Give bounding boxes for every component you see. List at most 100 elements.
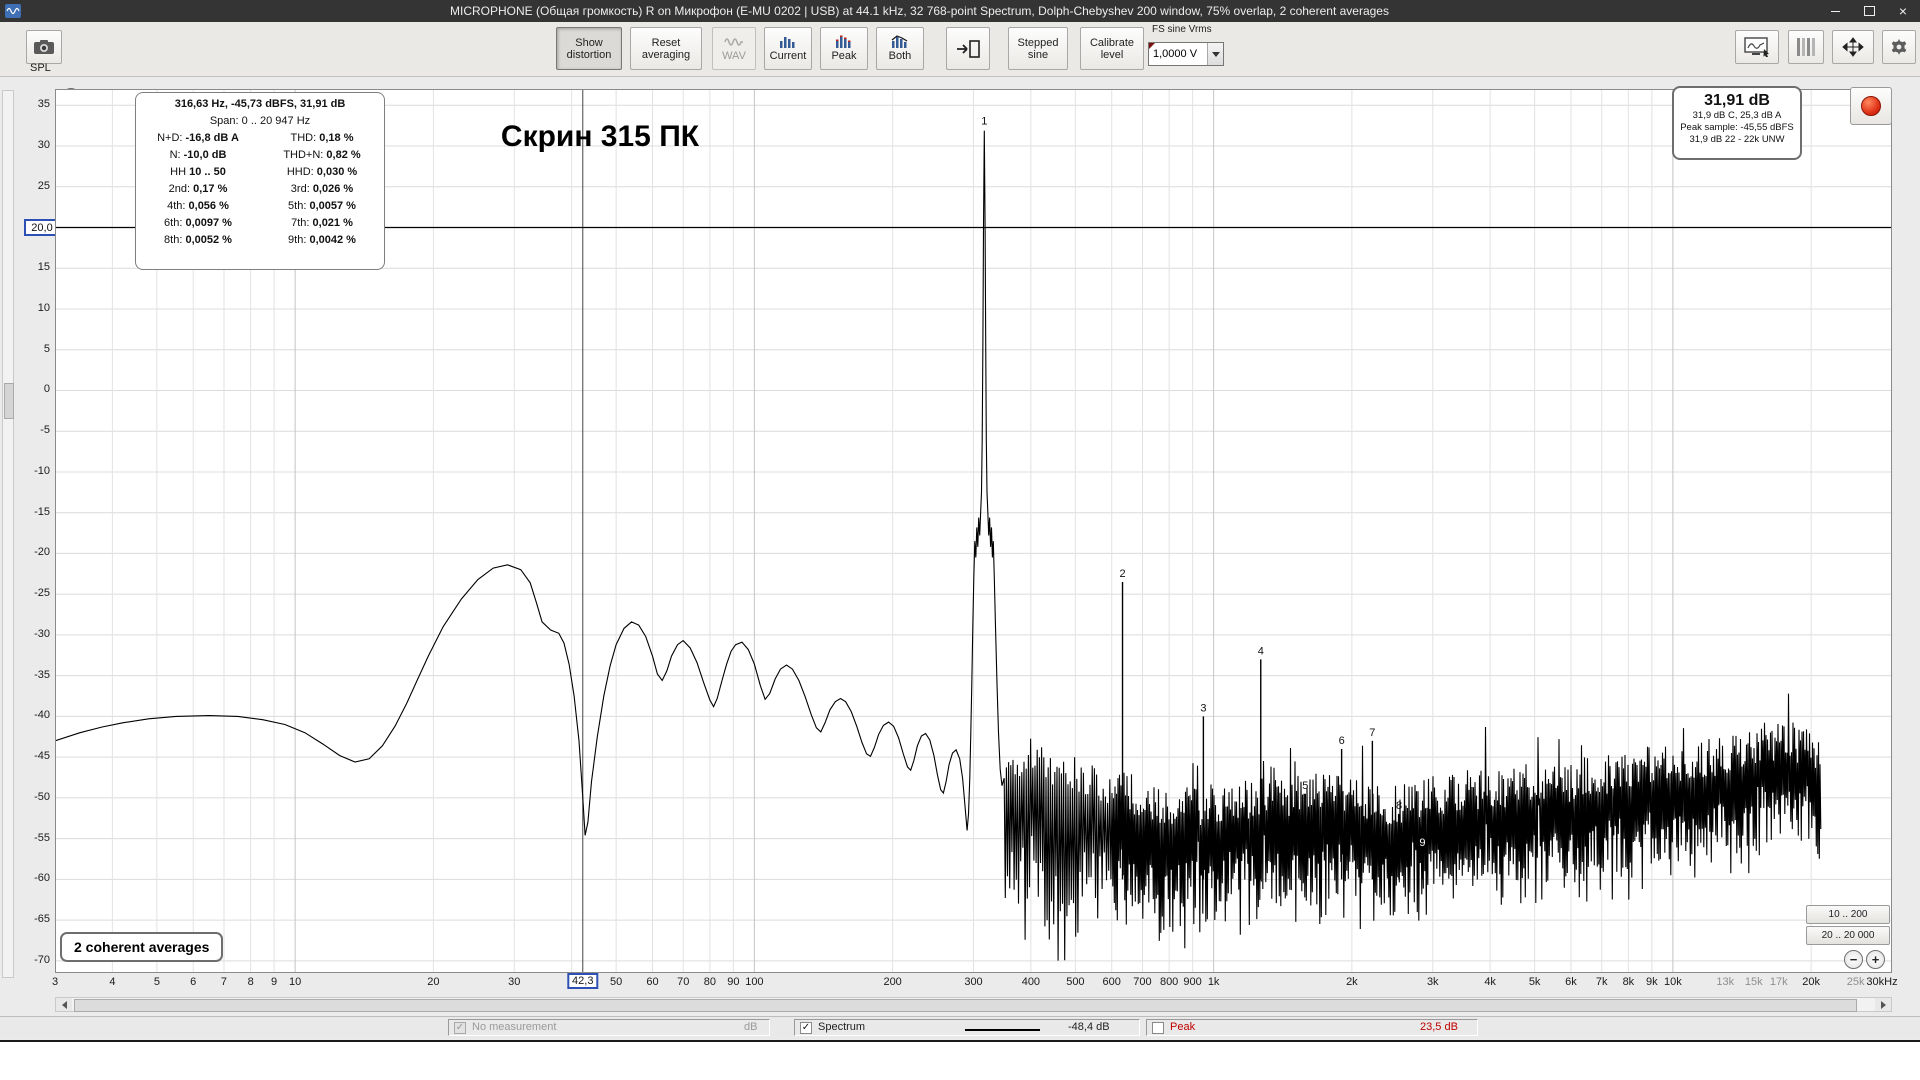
combo-corner-mark xyxy=(1149,43,1155,49)
gear-icon xyxy=(1891,38,1907,55)
harmonic-label: 5 xyxy=(1302,780,1308,792)
x-tick-label: 4k xyxy=(1484,976,1496,988)
vertical-scrollbar[interactable] xyxy=(2,90,14,978)
horizontal-scrollbar[interactable] xyxy=(55,997,1892,1012)
no-measurement-label: No measurement xyxy=(472,1021,557,1033)
measurement-info-box: 316,63 Hz, -45,73 dBFS, 31,91 dB Span: 0… xyxy=(135,92,385,270)
wav-button[interactable]: WAV xyxy=(712,27,756,70)
screenshot-button[interactable] xyxy=(26,30,62,64)
spectrum-label: Spectrum xyxy=(818,1021,866,1033)
x-tick-label: 7k xyxy=(1595,976,1608,988)
camera-icon xyxy=(34,40,54,54)
x-tick-label: 25k xyxy=(1846,976,1865,988)
x-zoom-in-button[interactable]: + xyxy=(1866,950,1885,969)
arrow-left-icon xyxy=(61,1000,67,1009)
harmonic-label: 7 xyxy=(1369,727,1375,739)
peak-value: 23,5 dB xyxy=(1420,1021,1458,1033)
fundamental-label: 1 xyxy=(981,116,987,128)
harmonic-label: 2 xyxy=(1119,568,1125,580)
minimize-button[interactable] xyxy=(1818,0,1852,22)
peak-meter-icon xyxy=(836,35,851,48)
scroll-right-button[interactable] xyxy=(1875,998,1891,1011)
x-tick-label: 400 xyxy=(1021,976,1041,988)
x-tick-label: 7 xyxy=(220,976,228,988)
y-tick-label: -35 xyxy=(34,668,50,681)
x-tick-label: 3k xyxy=(1426,976,1439,988)
x-tick-label: 2k xyxy=(1346,976,1358,988)
current-meter-icon xyxy=(780,37,795,48)
show-distortion-button[interactable]: Show distortion xyxy=(556,27,622,70)
x-tick-label: 6 xyxy=(190,976,197,988)
fit-view-button[interactable] xyxy=(1832,30,1874,64)
x-tick-label: 700 xyxy=(1133,976,1152,988)
horizontal-scrollbar-thumb[interactable] xyxy=(74,999,1857,1012)
x-tick-label: 9k xyxy=(1646,976,1658,988)
y-tick-label: 30 xyxy=(37,139,50,152)
x-tick-label: 900 xyxy=(1183,976,1202,988)
y-tick-label: -60 xyxy=(34,872,50,885)
x-tick-label: 300 xyxy=(964,976,983,988)
x-zoom-out-button[interactable]: − xyxy=(1844,950,1863,969)
scroll-left-button[interactable] xyxy=(56,998,72,1011)
spectrum-line-sample xyxy=(965,1029,1040,1031)
both-button[interactable]: Both xyxy=(876,27,924,70)
span-readout: Span: 0 .. 20 947 Hz xyxy=(209,115,311,127)
y-tick-label: -15 xyxy=(34,505,50,518)
x-tick-label: 60 xyxy=(646,976,659,988)
maximize-button[interactable] xyxy=(1852,0,1886,22)
no-measurement-checkbox[interactable]: ✓ xyxy=(454,1022,466,1034)
x-tick-label: 70 xyxy=(677,976,690,988)
current-button[interactable]: Current xyxy=(764,27,812,70)
y-tick-label: -55 xyxy=(34,831,50,844)
display-settings-button[interactable] xyxy=(1735,30,1779,64)
x-tick-label: 20 xyxy=(427,976,440,988)
spectrum-checkbox[interactable]: ✓ xyxy=(800,1022,812,1034)
generator-button[interactable] xyxy=(946,27,990,70)
x-tick-label: 6k xyxy=(1565,976,1577,988)
x-tick-label: 9 xyxy=(271,976,278,988)
x-tick-label: 10 xyxy=(289,976,302,988)
calibrate-level-button[interactable]: Calibrate level xyxy=(1080,27,1144,70)
cursor-readout: 316,63 Hz, -45,73 dBFS, 31,91 dB xyxy=(174,98,346,110)
harmonic-label: 6 xyxy=(1339,735,1345,747)
y-tick-label: -20 xyxy=(34,546,50,559)
monitor-icon xyxy=(1744,37,1769,57)
averages-badge: 2 coherent averages xyxy=(60,932,224,962)
fs-sine-combo[interactable]: 1,0000 V xyxy=(1148,42,1224,66)
x-tick-label: 15k xyxy=(1744,976,1763,988)
range-20-20000-button[interactable]: 20 .. 20 000 xyxy=(1806,926,1890,945)
y-tick-label: 35 xyxy=(37,98,50,111)
reset-averaging-button[interactable]: Reset averaging xyxy=(630,27,702,70)
x-tick-label: 30 xyxy=(508,976,521,988)
x-tick-label: 80 xyxy=(703,976,716,988)
settings-button[interactable] xyxy=(1882,30,1916,64)
app-icon xyxy=(5,4,21,18)
titlebar: MICROPHONE (Общая громкость) R on Микроф… xyxy=(0,0,1920,22)
harmonic-label: 3 xyxy=(1200,702,1206,714)
both-meter-icon xyxy=(891,35,908,48)
record-button[interactable] xyxy=(1850,87,1892,125)
cursor-freq-box[interactable]: 42,3 xyxy=(567,973,599,989)
y-tick-label: -45 xyxy=(34,750,50,763)
x-tick-label: 20k xyxy=(1802,976,1820,988)
x-tick-label: 8 xyxy=(247,976,254,988)
background-area xyxy=(0,1040,1920,1080)
combo-dropdown-button[interactable] xyxy=(1207,43,1223,65)
panes-button[interactable] xyxy=(1788,30,1824,64)
fs-sine-label: FS sine Vrms xyxy=(1152,24,1212,35)
range-10-200-button[interactable]: 10 .. 200 xyxy=(1806,905,1890,924)
maximize-icon xyxy=(1863,6,1875,16)
vertical-scrollbar-thumb[interactable] xyxy=(4,383,14,419)
x-tick-label: 1k xyxy=(1207,976,1220,988)
x-tick-label: 500 xyxy=(1066,976,1085,988)
stepped-sine-button[interactable]: Stepped sine xyxy=(1008,27,1068,70)
toolbar: Show distortion Reset averaging WAV Curr… xyxy=(0,22,1920,77)
close-button[interactable]: × xyxy=(1886,0,1920,22)
y-tick-label: 0 xyxy=(43,383,50,396)
peak-checkbox[interactable] xyxy=(1152,1022,1164,1034)
peak-button[interactable]: Peak xyxy=(820,27,868,70)
app-window: MICROPHONE (Общая громкость) R on Микроф… xyxy=(0,0,1920,1080)
x-tick-label: 800 xyxy=(1159,976,1179,988)
harmonic-label: 9 xyxy=(1419,837,1425,849)
y-tick-label: 10 xyxy=(37,301,50,314)
